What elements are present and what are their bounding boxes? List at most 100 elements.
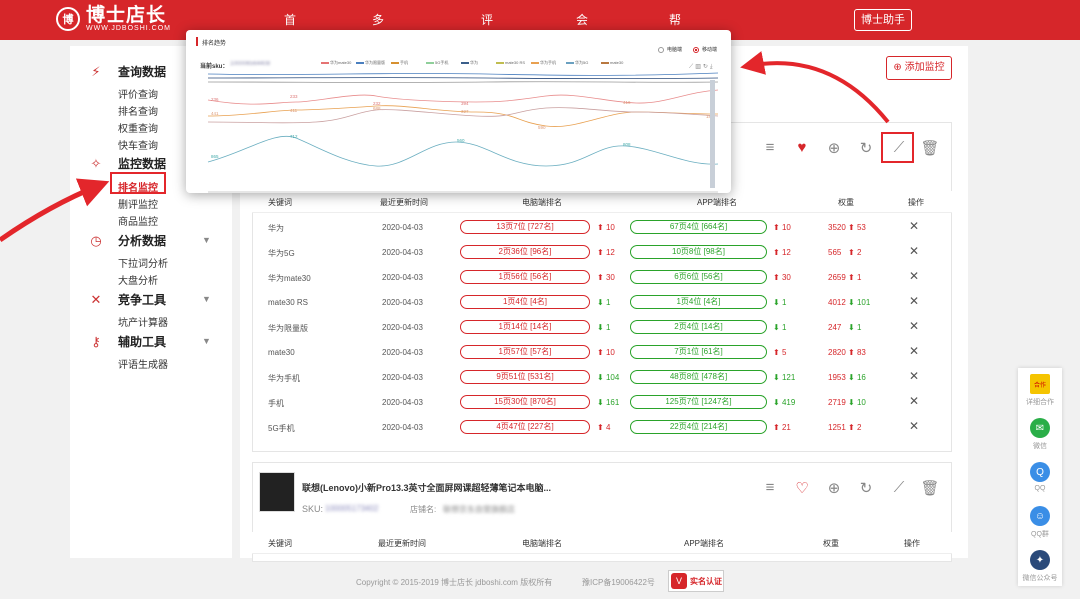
app-change: ⬆ 10 xyxy=(773,223,791,232)
pc-rank-badge: 1页56位 [56名] xyxy=(460,270,590,284)
weight-value: 4012 xyxy=(828,298,846,307)
weight-change: ⬆ 53 xyxy=(848,223,866,232)
delete-keyword-button[interactable]: ✕ xyxy=(909,419,919,433)
delete-keyword-button[interactable]: ✕ xyxy=(909,369,919,383)
delete-keyword-button[interactable]: ✕ xyxy=(909,269,919,283)
copyright: Copyright © 2015-2019 博士店长 jdboshi.com 版… xyxy=(356,578,553,587)
key-icon: ⚷ xyxy=(91,333,101,349)
data-point-label: 688 xyxy=(373,106,381,111)
app-rank-badge: 125页7位 [1247名] xyxy=(630,395,767,409)
heart-icon[interactable]: ♥ xyxy=(792,139,812,156)
pc-change: ⬇ 1 xyxy=(597,323,611,332)
refresh-icon[interactable]: ↻ xyxy=(856,139,876,157)
weight-change: ⬆ 1 xyxy=(848,273,862,282)
cooperation-item[interactable]: 合作 详细合作 xyxy=(1018,374,1062,407)
weight-value: 247 xyxy=(828,323,842,332)
sidebar-item-calculator[interactable]: 坑产计算器 xyxy=(118,314,168,329)
data-point-label: 865 xyxy=(211,154,219,159)
pc-rank-badge: 9页51位 [531名] xyxy=(460,370,590,384)
logo[interactable]: 博 博士店长 WWW.JDBOSHI.COM xyxy=(56,6,171,32)
pc-change: ⬆ 10 xyxy=(597,348,615,357)
zoom-slider[interactable] xyxy=(710,80,715,188)
app-rank-badge: 1页4位 [4名] xyxy=(630,295,767,309)
pc-change: ⬆ 10 xyxy=(597,223,615,232)
table-row: 华为限量版 2020-04-03 1页14位 [14名] ⬇ 1 2页4位 [14名] ⬇… xyxy=(252,316,952,341)
update-time: 2020-04-03 xyxy=(382,223,423,232)
footer: Copyright © 2015-2019 博士店长 jdboshi.com 版… xyxy=(0,566,1080,599)
wechat-official-item[interactable]: ✦ 微信公众号 xyxy=(1018,550,1062,583)
weight-change: ⬆ 83 xyxy=(848,348,866,357)
delete-keyword-button[interactable]: ✕ xyxy=(909,244,919,258)
qq-item[interactable]: Q QQ xyxy=(1018,462,1062,492)
pc-rank-badge: 1页57位 [57名] xyxy=(460,345,590,359)
delete-keyword-button[interactable]: ✕ xyxy=(909,319,919,333)
logo-name: 博士店长 xyxy=(86,5,167,26)
pc-rank-badge: 13页7位 [727名] xyxy=(460,220,590,234)
official-account-icon: ✦ xyxy=(1030,550,1050,570)
delete-keyword-button[interactable]: ✕ xyxy=(909,219,919,233)
refresh-icon[interactable]: ↻ xyxy=(856,479,876,497)
sidebar-section-analysis[interactable]: ◷ 分析数据 xyxy=(88,232,166,249)
cooperation-icon: 合作 xyxy=(1030,374,1050,394)
data-point-label: 394 xyxy=(461,101,469,106)
table-row: mate30 RS 2020-04-03 1页4位 [4名] ⬇ 1 1页4位 [4名]… xyxy=(252,291,952,316)
shop-label: 店铺名: xyxy=(410,505,437,514)
sidebar-item-market-analysis[interactable]: 大盘分析 xyxy=(118,272,158,287)
pc-rank-badge: 4页47位 [227名] xyxy=(460,420,590,434)
verify-badge[interactable]: V 实名认证 xyxy=(668,570,724,592)
verified-icon: V xyxy=(671,573,687,589)
sidebar-item-review-query[interactable]: 评价查询 xyxy=(118,86,158,101)
rank-trend-popup: 排名趋势 电脑端 移动端 当前sku： 100006564408 华为mate3… xyxy=(186,30,731,193)
trash-icon[interactable]: 🗑 xyxy=(920,139,940,157)
qq-group-item[interactable]: ☺ QQ群 xyxy=(1018,506,1062,539)
pc-change: ⬆ 12 xyxy=(597,248,615,257)
delete-keyword-button[interactable]: ✕ xyxy=(909,344,919,358)
pc-change: ⬆ 4 xyxy=(597,423,611,432)
monitor-icon: ✧ xyxy=(90,155,102,171)
sidebar-item-delete-monitor[interactable]: 删评监控 xyxy=(118,196,158,211)
keyword: 华为限量版 xyxy=(268,324,308,333)
sidebar-item-dropdown-analysis[interactable]: 下拉词分析 xyxy=(118,255,168,270)
menu-icon[interactable]: ≡ xyxy=(760,479,780,496)
add-monitor-button[interactable]: ⊕ 添加监控 xyxy=(886,56,952,80)
add-circle-icon[interactable]: ⊕ xyxy=(824,479,844,497)
keyword: 华为手机 xyxy=(268,374,300,383)
sidebar-item-weight-query[interactable]: 权重查询 xyxy=(118,120,158,135)
app-rank-badge: 22页4位 [214名] xyxy=(630,420,767,434)
sidebar-section-aux[interactable]: ⚷ 辅助工具 xyxy=(88,333,166,350)
app-change: ⬆ 30 xyxy=(773,273,791,282)
sidebar-item-rank-query[interactable]: 排名查询 xyxy=(118,103,158,118)
pc-change: ⬆ 30 xyxy=(597,273,615,282)
sidebar-item-product-monitor[interactable]: 商品监控 xyxy=(118,213,158,228)
delete-keyword-button[interactable]: ✕ xyxy=(909,394,919,408)
product-thumbnail[interactable] xyxy=(259,472,295,512)
sidebar-item-express-query[interactable]: 快车查询 xyxy=(118,137,158,152)
helper-button[interactable]: 博士助手 xyxy=(854,9,912,31)
wechat-item[interactable]: ✉ 微信 xyxy=(1018,418,1062,451)
weight-value: 2820 xyxy=(828,348,846,357)
heart-outline-icon[interactable]: ♡ xyxy=(792,479,812,497)
icp-link[interactable]: 豫ICP备19006422号 xyxy=(582,577,655,588)
keyword: mate30 RS xyxy=(268,298,309,307)
chevron-down-icon[interactable]: ▼ xyxy=(202,294,211,304)
sidebar-section-monitor[interactable]: ✧ 监控数据 xyxy=(88,155,166,172)
add-circle-icon[interactable]: ⊕ xyxy=(824,139,844,157)
delete-keyword-button[interactable]: ✕ xyxy=(909,294,919,308)
table-row: mate30 2020-04-03 1页57位 [57名] ⬆ 10 7页1位 [61名… xyxy=(252,341,952,366)
plus-circle-icon: ⊕ xyxy=(893,62,902,73)
chevron-down-icon[interactable]: ▼ xyxy=(202,235,211,245)
floating-contact-bar: 合作 详细合作 ✉ 微信 Q QQ ☺ QQ群 ✦ 微信公众号 xyxy=(1018,368,1062,586)
tools-icon: ✕ xyxy=(90,291,102,307)
sidebar-item-comment-generator[interactable]: 评语生成器 xyxy=(118,356,168,371)
trash-icon[interactable]: 🗑 xyxy=(920,479,940,497)
menu-icon[interactable]: ≡ xyxy=(760,139,780,156)
chevron-down-icon[interactable]: ▼ xyxy=(202,336,211,346)
update-time: 2020-04-03 xyxy=(382,248,423,257)
sidebar-section-competition[interactable]: ✕ 竞争工具 xyxy=(88,291,166,308)
weight-change: ⬇ 101 xyxy=(848,298,871,307)
product-title[interactable]: 联想(Lenovo)小新Pro13.3英寸全面屏网课超轻薄笔记本电脑... xyxy=(302,481,551,494)
trend-chart-icon[interactable]: ⟋ xyxy=(889,479,909,496)
sidebar-section-query[interactable]: ⚡ 查询数据 xyxy=(88,63,166,80)
highlight-box xyxy=(110,172,166,194)
keyword: 手机 xyxy=(268,399,284,408)
